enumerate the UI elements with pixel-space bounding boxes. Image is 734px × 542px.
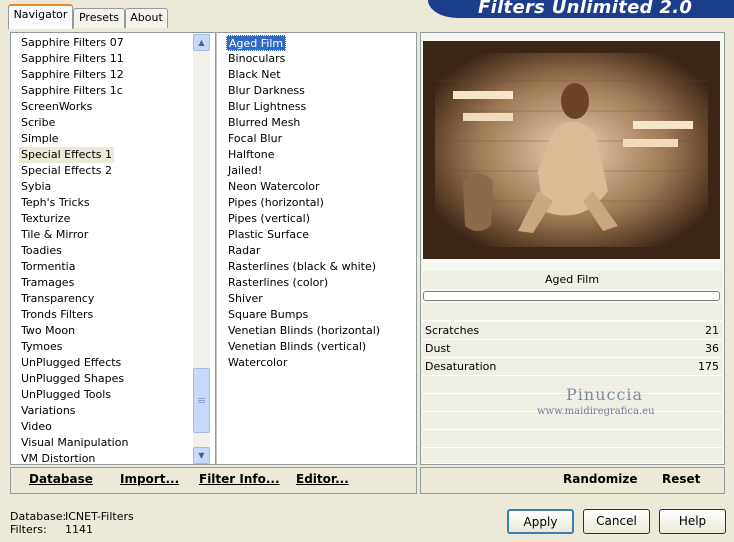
category-item[interactable]: Simple — [19, 131, 61, 147]
cancel-button[interactable]: Cancel — [583, 509, 650, 534]
category-item[interactable]: Tronds Filters — [19, 307, 95, 323]
param-empty-row — [422, 430, 722, 448]
param-row-scratches[interactable]: Scratches 21 — [422, 322, 722, 340]
tab-about[interactable]: About — [125, 8, 168, 28]
database-button[interactable]: Database — [29, 472, 93, 486]
category-item[interactable]: Sapphire Filters 1c — [19, 83, 125, 99]
banner-title: Filters Unlimited 2.0 — [478, 0, 693, 18]
progress-bar — [423, 291, 720, 301]
category-item[interactable]: Tymoes — [19, 339, 64, 355]
category-list[interactable]: Sapphire Filters 07 Sapphire Filters 11 Sa… — [10, 32, 216, 465]
scroll-thumb[interactable] — [193, 368, 210, 433]
category-item[interactable]: UnPlugged Tools — [19, 387, 113, 403]
category-item[interactable]: Sapphire Filters 11 — [19, 51, 126, 67]
param-row-desaturation[interactable]: Desaturation 175 — [422, 358, 722, 376]
filter-item[interactable]: Blur Darkness — [226, 83, 307, 99]
filter-item[interactable]: Rasterlines (color) — [226, 275, 330, 291]
filter-item[interactable]: Blur Lightness — [226, 99, 308, 115]
param-empty-row — [422, 448, 722, 464]
category-item[interactable]: Two Moon — [19, 323, 77, 339]
filter-title: Aged Film — [422, 269, 722, 289]
filter-item[interactable]: Radar — [226, 243, 262, 259]
filter-item[interactable]: Shiver — [226, 291, 265, 307]
param-label: Scratches — [425, 324, 480, 337]
category-item[interactable]: Special Effects 2 — [19, 163, 114, 179]
filter-item[interactable]: Pipes (vertical) — [226, 211, 312, 227]
param-label: Dust — [425, 342, 451, 355]
category-item[interactable]: Sybia — [19, 179, 53, 195]
param-value: 21 — [705, 324, 719, 337]
param-label: Desaturation — [425, 360, 497, 373]
filter-preview-image — [423, 41, 720, 259]
category-item[interactable]: Toadies — [19, 243, 64, 259]
filter-item[interactable]: Rasterlines (black & white) — [226, 259, 378, 275]
status-database-value: ICNET-Filters — [65, 510, 134, 523]
status-database-label: Database: — [10, 510, 67, 523]
param-value: 36 — [705, 342, 719, 355]
filter-item[interactable]: Black Net — [226, 67, 283, 83]
scroll-down-button[interactable]: ▼ — [193, 447, 210, 464]
watermark-name: Pinuccia — [566, 385, 644, 404]
category-item[interactable]: Sapphire Filters 07 — [19, 35, 126, 51]
filter-info-button[interactable]: Filter Info... — [199, 472, 280, 486]
category-item[interactable]: Tormentia — [19, 259, 77, 275]
preview-artwork — [423, 41, 720, 259]
tab-presets[interactable]: Presets — [73, 8, 125, 28]
filter-item[interactable]: Blurred Mesh — [226, 115, 302, 131]
help-button[interactable]: Help — [659, 509, 726, 534]
tab-navigator[interactable]: Navigator — [8, 4, 73, 29]
filter-item[interactable]: Focal Blur — [226, 131, 284, 147]
param-spacer — [422, 303, 722, 321]
category-item[interactable]: Visual Manipulation — [19, 435, 130, 451]
param-row-dust[interactable]: Dust 36 — [422, 340, 722, 358]
category-item[interactable]: Tramages — [19, 275, 76, 291]
category-item[interactable]: VM Distortion — [19, 451, 97, 467]
filter-item[interactable]: Square Bumps — [226, 307, 310, 323]
filter-item[interactable]: Watercolor — [226, 355, 289, 371]
filter-item[interactable]: Binoculars — [226, 51, 287, 67]
status-filters-value: 1141 — [65, 523, 93, 536]
filter-item[interactable]: Aged Film — [226, 35, 287, 51]
randomize-button[interactable]: Randomize — [563, 472, 637, 486]
category-item[interactable]: Video — [19, 419, 54, 435]
category-item[interactable]: Special Effects 1 — [19, 147, 115, 163]
status-filters-label: Filters: — [10, 523, 47, 536]
filter-item[interactable]: Pipes (horizontal) — [226, 195, 326, 211]
category-item[interactable]: Variations — [19, 403, 78, 419]
filter-item[interactable]: Neon Watercolor — [226, 179, 322, 195]
category-item[interactable]: UnPlugged Shapes — [19, 371, 126, 387]
category-item[interactable]: Sapphire Filters 12 — [19, 67, 126, 83]
apply-button[interactable]: Apply — [507, 509, 574, 534]
category-item[interactable]: Teph's Tricks — [19, 195, 92, 211]
filter-item[interactable]: Plastic Surface — [226, 227, 311, 243]
import-button[interactable]: Import... — [120, 472, 179, 486]
filter-item[interactable]: Jailed! — [226, 163, 264, 179]
reset-button[interactable]: Reset — [662, 472, 700, 486]
category-item[interactable]: Transparency — [19, 291, 96, 307]
filter-item[interactable]: Venetian Blinds (horizontal) — [226, 323, 382, 339]
category-item[interactable]: Scribe — [19, 115, 57, 131]
title-banner: Filters Unlimited 2.0 — [428, 0, 734, 18]
category-item[interactable]: ScreenWorks — [19, 99, 94, 115]
filter-list[interactable]: Aged Film Binoculars Black Net Blur Darknes… — [216, 32, 417, 465]
category-item[interactable]: Texturize — [19, 211, 72, 227]
scroll-up-button[interactable]: ▲ — [193, 34, 210, 51]
param-value: 175 — [698, 360, 719, 373]
filter-item[interactable]: Venetian Blinds (vertical) — [226, 339, 368, 355]
filter-item[interactable]: Halftone — [226, 147, 277, 163]
category-item[interactable]: UnPlugged Effects — [19, 355, 123, 371]
watermark-url: www.maidiregrafica.eu — [537, 406, 655, 417]
editor-button[interactable]: Editor... — [296, 472, 349, 486]
category-item[interactable]: Tile & Mirror — [19, 227, 90, 243]
